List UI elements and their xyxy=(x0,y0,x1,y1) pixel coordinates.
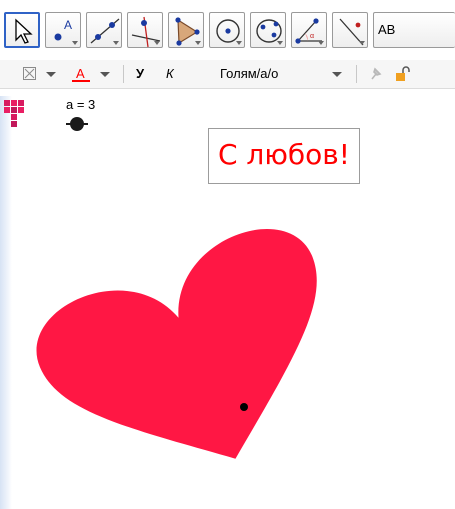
cube-logo-icon xyxy=(4,100,24,127)
submenu-arrow-icon xyxy=(113,41,119,45)
reflect-tool-button[interactable] xyxy=(332,12,368,48)
separator xyxy=(123,65,124,83)
svg-text:A: A xyxy=(64,18,72,32)
stylebar-edge xyxy=(0,65,6,83)
text-size-dropdown[interactable] xyxy=(330,65,344,83)
text-tool-label: AB xyxy=(378,22,396,37)
chevron-down-icon xyxy=(332,72,342,77)
circle-tool-button[interactable] xyxy=(209,12,245,48)
canvas-text-box[interactable]: С любов! xyxy=(208,128,360,184)
text-tool-button[interactable]: AB xyxy=(373,12,455,48)
pin-icon xyxy=(371,67,382,80)
toolbar: A α AB xyxy=(0,0,455,61)
style-bar: A У К Голям/а/о xyxy=(0,60,455,89)
italic-button[interactable]: К xyxy=(166,65,174,83)
chevron-down-icon xyxy=(46,72,56,77)
submenu-arrow-icon xyxy=(359,41,365,45)
conic-tool-button[interactable] xyxy=(250,12,286,48)
submenu-arrow-icon xyxy=(318,41,324,45)
box-x-icon xyxy=(23,67,36,80)
perpendicular-tool-button[interactable] xyxy=(127,12,163,48)
border-style-button[interactable] xyxy=(22,65,38,83)
point-tool-button[interactable]: A xyxy=(45,12,81,48)
slider-handle[interactable] xyxy=(66,117,88,131)
move-tool-button[interactable] xyxy=(4,12,40,48)
text-color-dropdown[interactable] xyxy=(98,65,112,83)
submenu-arrow-icon xyxy=(72,41,78,45)
polygon-tool-button[interactable] xyxy=(168,12,204,48)
bold-button[interactable]: У xyxy=(136,65,144,83)
svg-text:A: A xyxy=(76,66,85,81)
text-color-a-icon: A xyxy=(72,66,90,82)
heart-point[interactable] xyxy=(240,403,248,411)
line-tool-button[interactable] xyxy=(86,12,122,48)
cursor-arrow-icon xyxy=(15,18,33,44)
separator xyxy=(356,65,357,83)
sidebar-edge xyxy=(0,96,12,509)
svg-text:α: α xyxy=(310,33,314,40)
submenu-arrow-icon xyxy=(154,41,160,45)
pin-button[interactable] xyxy=(366,65,384,83)
angle-tool-button[interactable]: α xyxy=(291,12,327,48)
text-size-select[interactable]: Голям/а/о xyxy=(220,65,278,83)
submenu-arrow-icon xyxy=(195,41,201,45)
chevron-down-icon xyxy=(100,72,110,77)
submenu-arrow-icon xyxy=(277,41,283,45)
lock-button[interactable] xyxy=(394,65,412,83)
unlock-icon xyxy=(396,66,410,81)
border-style-dropdown[interactable] xyxy=(44,65,58,83)
slider-label: a = 3 xyxy=(66,97,96,112)
submenu-arrow-icon xyxy=(236,41,242,45)
text-color-button[interactable]: A xyxy=(70,65,96,83)
